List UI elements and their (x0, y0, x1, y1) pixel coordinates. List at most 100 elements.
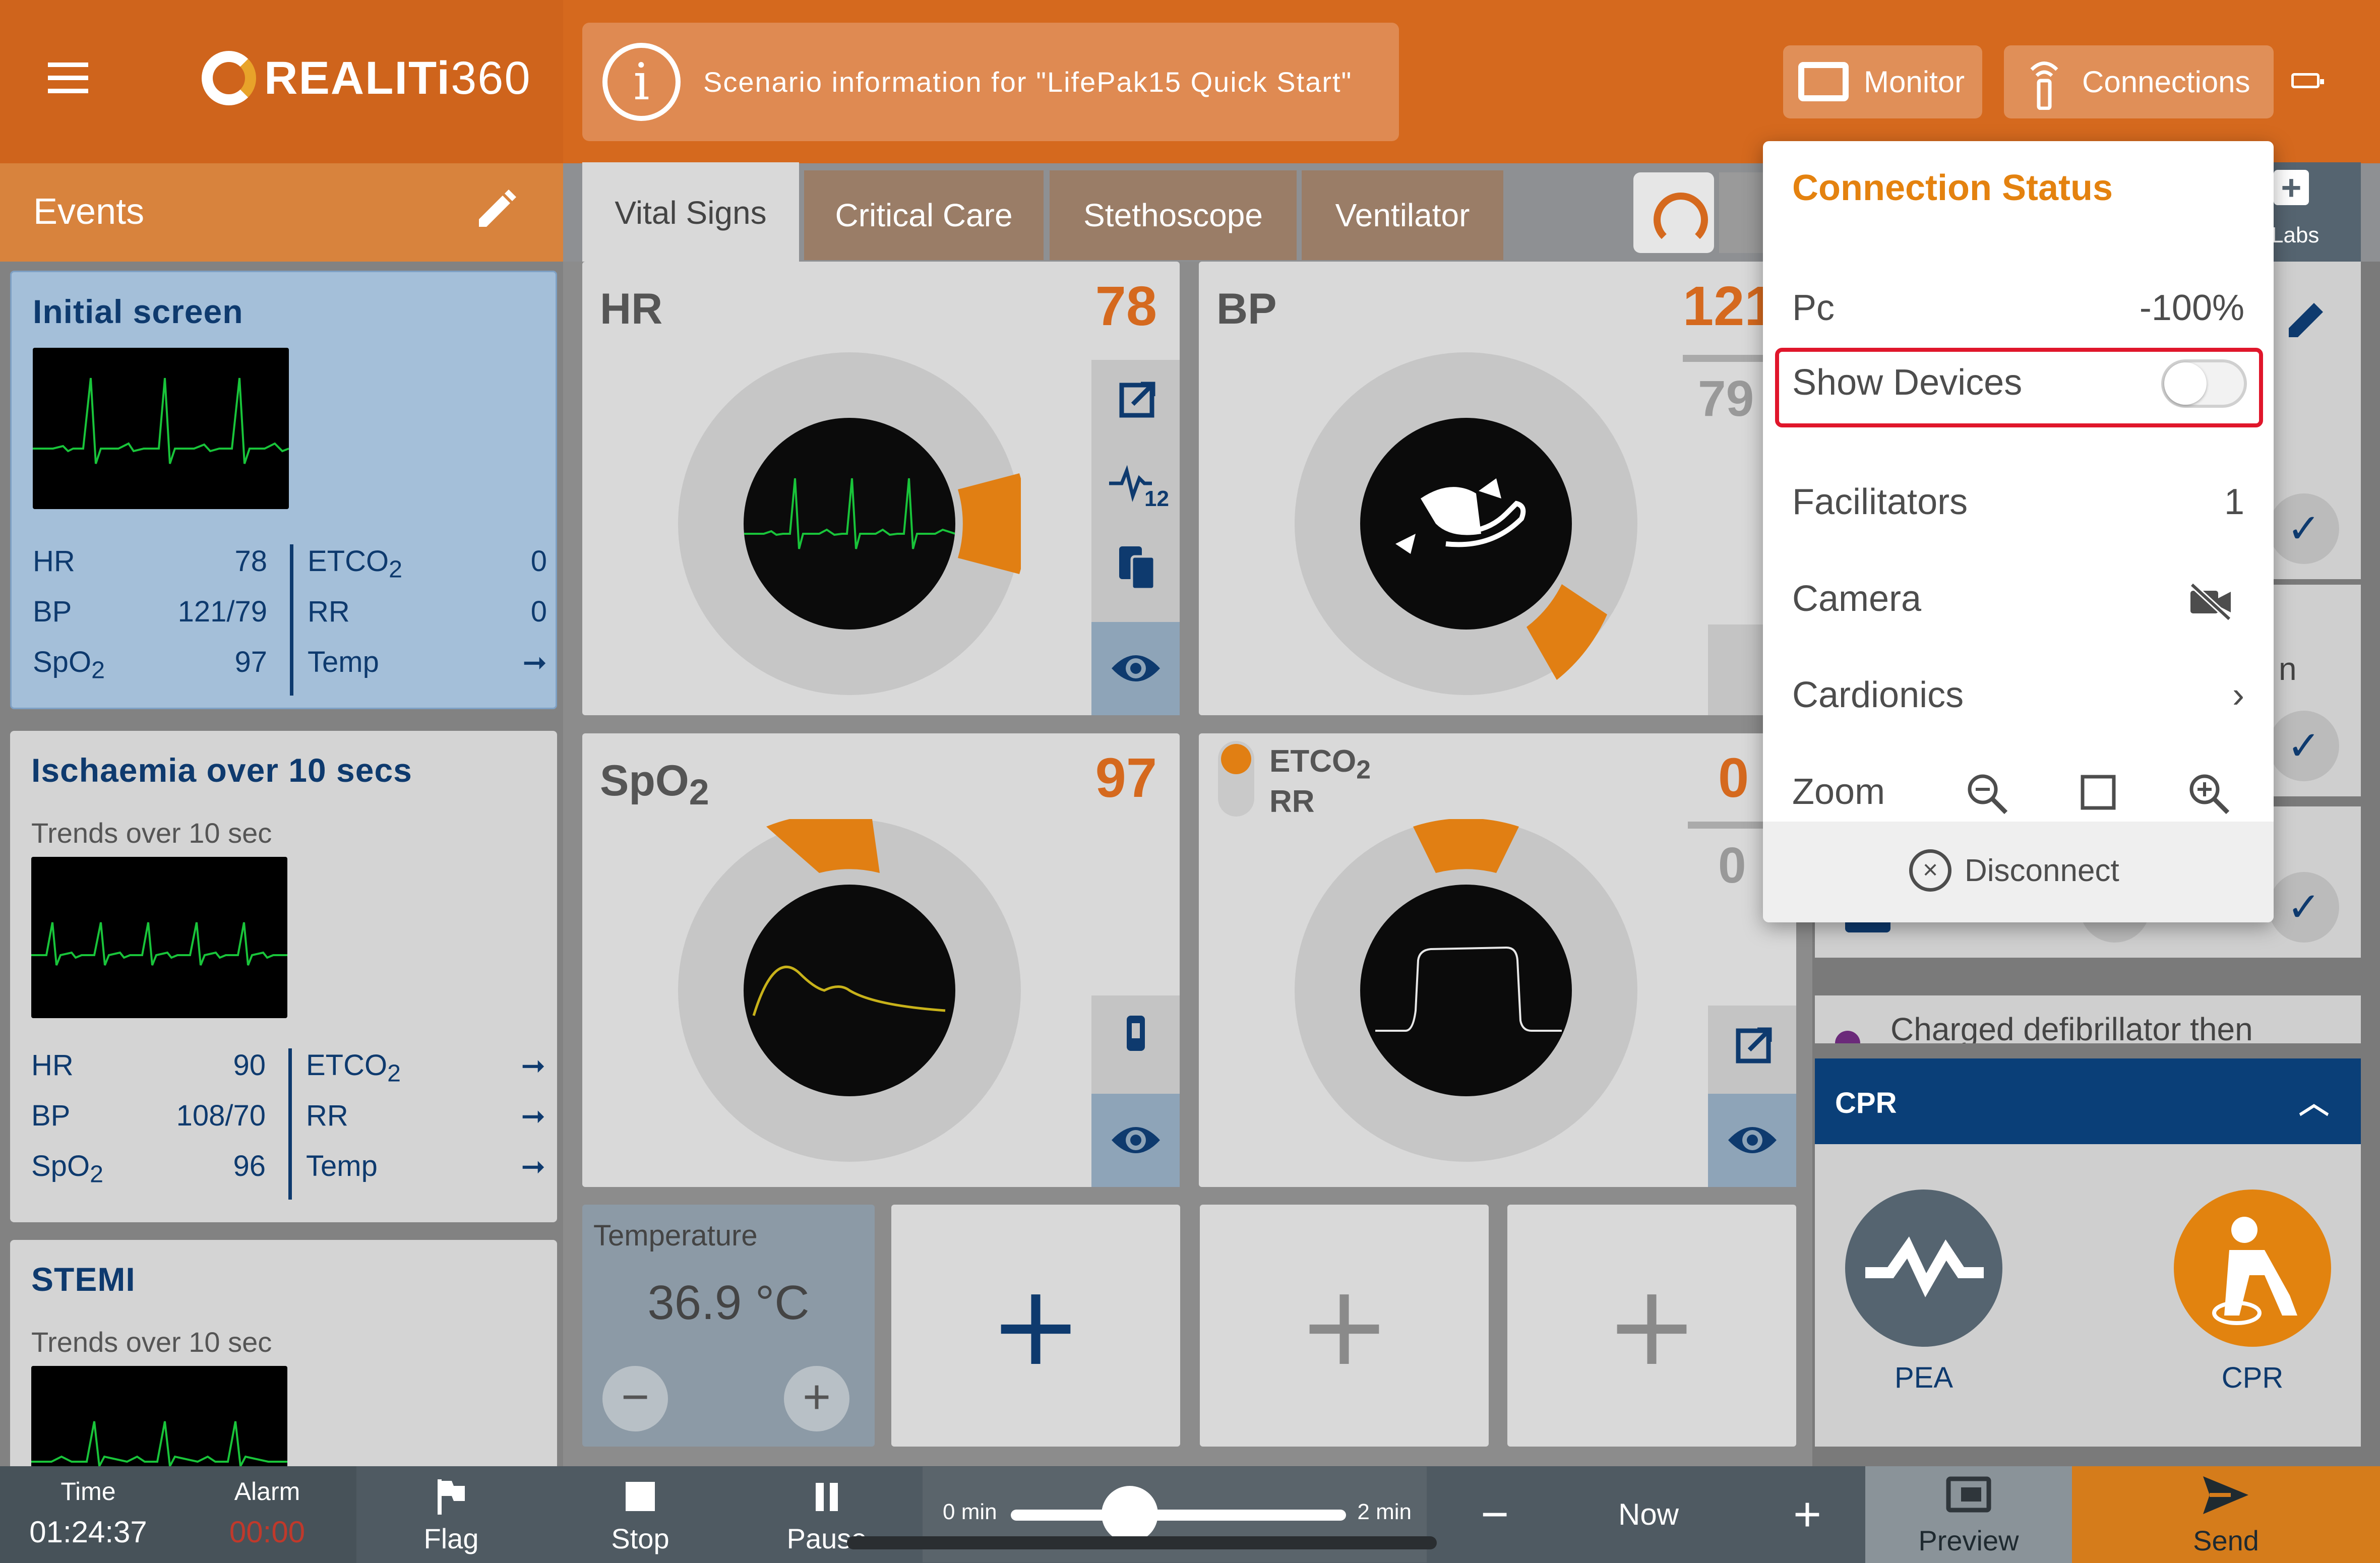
temperature-label: Temperature (593, 1219, 758, 1252)
slider-thumb[interactable] (1102, 1486, 1158, 1542)
pea-button[interactable] (1845, 1190, 2002, 1347)
camera-off-icon (2189, 582, 2232, 621)
pulse-oximeter-icon[interactable] (1091, 995, 1180, 1076)
add-vital-button[interactable]: + (891, 1205, 1180, 1447)
event-card-initial-screen[interactable]: Initial screen HR 78 BP 121/79 SpO2 97 E… (10, 271, 557, 709)
pc-label: Pc (1792, 288, 1835, 328)
spo2-value: 96 (233, 1150, 266, 1182)
bp-tile[interactable]: BP 121 79 (1199, 262, 1796, 715)
etco2-label: ETCO2 (308, 545, 403, 583)
minus-time-button[interactable]: − (1462, 1482, 1528, 1547)
zoom-reset-icon[interactable] (2080, 774, 2117, 811)
eye-icon[interactable] (1708, 1094, 1796, 1187)
bp-systolic-value: 121 (1683, 275, 1776, 337)
temperature-increase-button[interactable]: + (784, 1366, 849, 1431)
disconnect-button[interactable]: × Disconnect (1763, 822, 2274, 922)
chevron-up-icon: ︿ (2299, 1086, 2329, 1120)
send-button[interactable]: Send (2072, 1466, 2380, 1563)
log-item: Charged defibrillator then (1815, 995, 2361, 1043)
temp-label: Temp (306, 1150, 378, 1182)
cpr-button[interactable] (2174, 1190, 2331, 1347)
scenario-info-banner[interactable]: i Scenario information for "LifePak15 Qu… (582, 23, 1399, 141)
eye-icon[interactable] (1091, 1094, 1180, 1187)
bp-value: 108/70 (176, 1099, 266, 1132)
zoom-in-icon[interactable] (2186, 771, 2232, 817)
flag-button[interactable]: Flag (383, 1474, 519, 1563)
eye-icon[interactable] (1091, 622, 1180, 715)
event-subtitle: Trends over 10 sec (31, 1326, 272, 1358)
tab-ventilator[interactable]: Ventilator (1302, 170, 1503, 260)
send-icon (2203, 1476, 2248, 1514)
edit-events-pencil-icon[interactable] (471, 186, 519, 234)
monitor-button[interactable]: Monitor (1783, 45, 1982, 118)
stop-button[interactable]: Stop (572, 1474, 708, 1563)
monitor-label: Monitor (1864, 65, 1965, 99)
log-item-text: Charged defibrillator then (1890, 1011, 2253, 1043)
cpr-section-header[interactable]: CPR ︿ (1815, 1058, 2361, 1144)
now-button[interactable]: Now (1588, 1497, 1709, 1532)
disconnect-x-icon: × (1909, 849, 1951, 892)
event-title: Ischaemia over 10 secs (31, 752, 412, 789)
add-vital-button[interactable]: + (1507, 1205, 1796, 1447)
slider-track (1011, 1510, 1346, 1521)
confirm-check-icon[interactable]: ✓ (2269, 493, 2339, 564)
rr-tile-label: RR (1269, 784, 1315, 819)
show-devices-toggle[interactable] (2161, 359, 2247, 408)
cardionics-row[interactable]: Cardionics › (1763, 647, 2274, 742)
ecg-thumbnail (31, 857, 287, 1018)
time-slider[interactable]: 0 min 2 min (847, 1467, 1437, 1562)
temperature-value: 36.9 °C (647, 1276, 810, 1330)
temp-trend-arrow-icon: ➞ (521, 1150, 545, 1183)
tab-stethoscope[interactable]: Stethoscope (1050, 170, 1297, 260)
flag-icon (438, 1479, 465, 1515)
zoom-out-icon[interactable] (1965, 771, 2010, 817)
svg-text:12: 12 (1144, 486, 1169, 511)
confirm-check-icon[interactable]: ✓ (2269, 711, 2339, 781)
slider-max-label: 2 min (1357, 1499, 1412, 1524)
preview-button[interactable]: Preview (1865, 1466, 2072, 1563)
expand-icon[interactable] (1708, 1006, 1796, 1086)
etco2-tile[interactable]: ETCO2 RR 0 0 (1199, 733, 1796, 1187)
plus-time-button[interactable]: + (1775, 1482, 1840, 1547)
defib-pads-icon[interactable] (1091, 526, 1180, 607)
hr-value: 90 (233, 1049, 266, 1082)
spo2-value: 97 (234, 646, 267, 678)
etco2-tile-value: 0 (1718, 747, 1749, 809)
hr-tile[interactable]: HR 78 12 (582, 262, 1180, 715)
cardionics-label: Cardionics (1792, 675, 1964, 715)
send-label: Send (2193, 1525, 2259, 1556)
zoom-label: Zoom (1792, 772, 1885, 812)
hamburger-menu-icon[interactable] (48, 60, 88, 96)
temperature-decrease-button[interactable]: − (602, 1366, 668, 1431)
cpr-section-title: CPR (1835, 1087, 1897, 1119)
event-card-ischaemia[interactable]: Ischaemia over 10 secs Trends over 10 se… (10, 731, 557, 1222)
etco2-toggle[interactable] (1218, 741, 1254, 817)
12-lead-ecg-icon[interactable]: 12 (1091, 443, 1180, 524)
confirm-check-icon[interactable]: ✓ (2269, 872, 2339, 943)
spo2-tile[interactable]: SpO2 97 (582, 733, 1180, 1187)
pea-label: PEA (1894, 1361, 1954, 1394)
rr-tile-value: 0 (1718, 837, 1746, 894)
tab-vital-signs[interactable]: Vital Signs (582, 162, 799, 263)
expand-icon[interactable] (1091, 360, 1180, 441)
cpr-section: PEA CPR (1815, 1144, 2361, 1447)
settings-sliders-icon[interactable] (1719, 172, 1764, 253)
bp-dial (1295, 352, 1637, 695)
pause-button[interactable]: Pause (759, 1474, 895, 1563)
scrollbar[interactable] (847, 1536, 1437, 1549)
event-card-stemi[interactable]: STEMI Trends over 10 sec (10, 1240, 557, 1466)
sync-icon[interactable] (1633, 172, 1714, 253)
connections-button[interactable]: Connections (2004, 45, 2274, 118)
event-title: Initial screen (33, 293, 243, 330)
temp-trend-arrow-icon: ➞ (522, 646, 547, 679)
tab-critical-care[interactable]: Critical Care (804, 170, 1044, 260)
monitor-icon (1798, 61, 1849, 101)
temperature-tile[interactable]: Temperature 36.9 °C − + (582, 1205, 875, 1447)
spo2-pleth-display (744, 885, 955, 1096)
hr-label: HR (33, 545, 75, 578)
connections-antenna-icon (2030, 61, 2058, 110)
rr-label: RR (308, 595, 350, 628)
add-vital-button[interactable]: + (1200, 1205, 1489, 1447)
camera-row[interactable]: Camera (1763, 550, 2274, 646)
edit-pencil-icon[interactable] (2279, 292, 2334, 347)
